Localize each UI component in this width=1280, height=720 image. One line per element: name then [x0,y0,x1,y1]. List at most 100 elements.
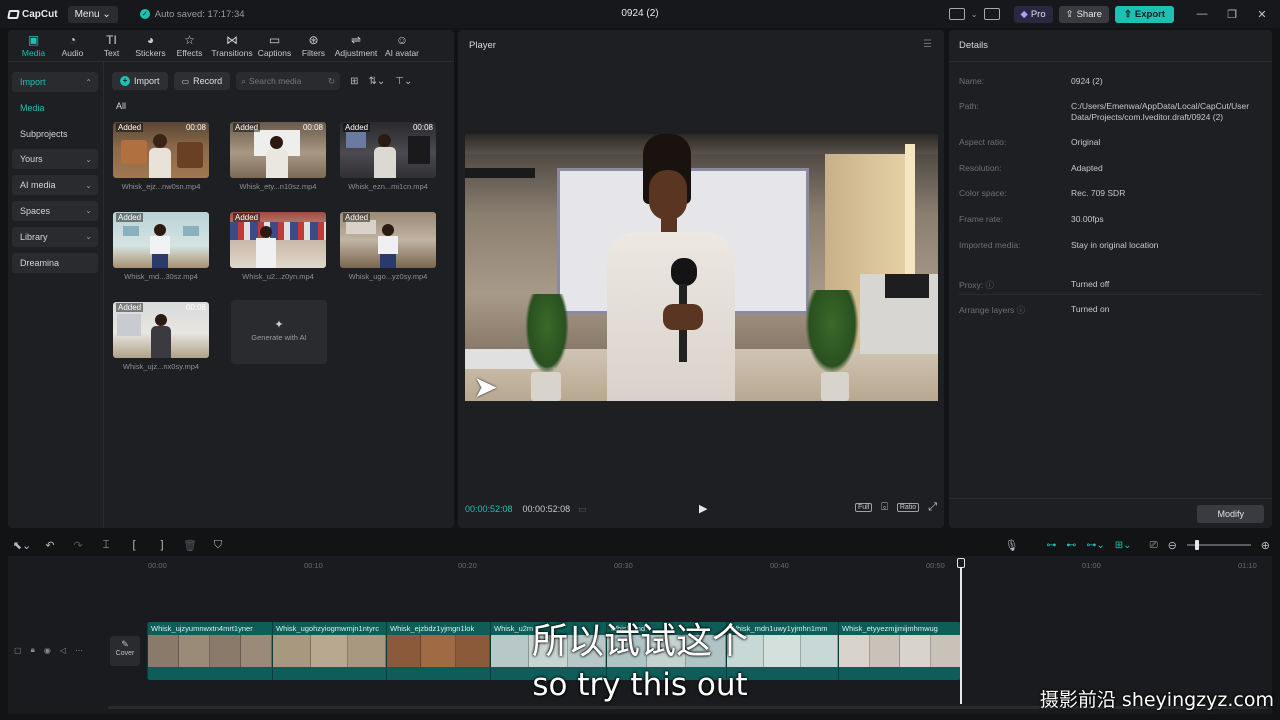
media-item[interactable]: Added 00:08 Whisk_ujz...nx0sy.mp4 [113,302,209,371]
menu-icon[interactable]: ☰ [923,39,932,50]
tab-effects[interactable]: ☆ Effects [170,34,209,61]
record-button[interactable]: ▭ Record [173,72,231,90]
media-thumbnail[interactable]: Added 00:08 [230,122,326,178]
link-icon[interactable]: ⊷ [1066,540,1076,551]
media-thumbnail[interactable]: Added 00:08 [113,302,209,358]
modify-button[interactable]: Modify [1197,505,1264,523]
magnet-icon[interactable]: ⊶ [1046,540,1056,551]
tab-label: Transitions [211,48,253,58]
media-item[interactable]: Added Whisk_md...30sz.mp4 [113,212,209,281]
zoom-in-icon[interactable]: ⊕ [1261,539,1270,552]
chevron-down-icon: ⌄ [85,206,92,216]
media-item[interactable]: Added 00:08 Whisk_ejz...nw0sn.mp4 [113,122,209,191]
select-tool-icon[interactable]: ⬉⌄ [8,539,36,552]
menu-button[interactable]: Menu ⌄ [67,5,118,23]
divider [949,498,1272,499]
play-button[interactable]: ▶ [699,502,707,515]
media-thumbnail[interactable]: Added 00:08 [113,122,209,178]
tab-audio[interactable]: ◔ Audio [53,34,92,61]
layout-icon[interactable] [948,8,965,20]
export-button[interactable]: ⇧ Export [1114,5,1174,23]
tab-ai-avatar[interactable]: ☺ AI avatar [379,34,425,61]
captions-icon: ▭ [268,33,281,47]
filter-icon[interactable]: ⊤⌄ [395,76,412,87]
close-icon[interactable]: ✕ [1250,8,1274,21]
media-item[interactable]: Added 00:08 Whisk_ety...n10sz.mp4 [230,122,326,191]
playhead-handle[interactable] [957,558,965,568]
zoom-slider-knob[interactable] [1194,540,1199,550]
media-thumbnail[interactable]: Added [340,212,436,268]
media-item[interactable]: Added Whisk_u2...z0yn.mp4 [230,212,326,281]
tab-captions[interactable]: ▭ Captions [255,34,294,61]
detail-key: Name: [959,76,985,86]
microphone-icon[interactable]: 🎙 [1004,539,1018,552]
tab-label: Media [21,48,46,58]
mouse-cursor-icon: ➤ [473,371,499,401]
zoom-out-icon[interactable]: ⊖ [1168,539,1177,552]
tab-transitions[interactable]: ⋈ Transitions [209,34,255,61]
media-thumbnail[interactable]: Added [113,212,209,268]
trim-right-icon[interactable]: ] [148,539,176,551]
focus-icon[interactable]: ⌻ [881,501,888,514]
redo-icon[interactable]: ↷ [64,539,92,552]
full-quality-button[interactable]: Full [854,503,873,512]
media-thumbnail[interactable]: Added 00:08 [340,122,436,178]
sparkle-icon: ✦ [274,319,284,331]
search-placeholder: Search media [248,76,302,86]
detail-key: Path: [959,101,979,111]
shield-icon[interactable]: ⛉ [204,539,232,552]
duration-label: 00:08 [185,123,206,132]
preview-axis-icon[interactable]: ⊶⌄ [1086,540,1104,551]
info-icon[interactable]: ⓘ [1017,305,1026,315]
info-icon[interactable]: ⓘ [985,280,994,290]
adjustment-icon: ⇌ [350,33,362,47]
media-item[interactable]: Added 00:08 Whisk_ezn...mi1cn.mp4 [340,122,436,191]
sidenav-import[interactable]: Import ⌃ [12,72,98,92]
maximize-icon[interactable]: ❐ [1220,8,1244,21]
timecode-format-icon[interactable]: ▭ [578,504,587,515]
media-item[interactable]: Added Whisk_ugo...yz0sy.mp4 [340,212,436,281]
share-button[interactable]: ⇪ Share [1058,5,1109,23]
media-thumbnail[interactable]: Added [230,212,326,268]
search-input[interactable]: ⌕ Search media ↻ [236,72,341,90]
divider [949,61,1272,62]
delete-icon[interactable]: 🗑 [176,539,204,552]
zoom-slider[interactable] [1186,540,1251,550]
sidenav-yours[interactable]: Yours ⌄ [12,149,98,170]
ruler-tick: 00:20 [458,561,477,570]
fullscreen-icon[interactable]: ⤢ [928,501,937,514]
pro-button[interactable]: ◆ Pro [1013,5,1053,23]
tab-filters[interactable]: ⊛ Filters [294,34,333,61]
generate-with-ai-button[interactable]: ✦ Generate with AI [231,300,327,364]
detail-key: Resolution: [959,163,1002,173]
tab-text[interactable]: TI Text [92,34,131,61]
split-icon[interactable]: ⌶ [92,539,120,552]
sidenav-media[interactable]: Media [12,98,98,118]
shortcut-icon[interactable] [983,8,1000,20]
ruler-tick: 00:30 [614,561,633,570]
chevron-down-icon[interactable]: ⌄ [971,10,978,19]
sidenav-subprojects[interactable]: Subprojects [12,124,98,144]
trim-left-icon[interactable]: [ [120,539,148,551]
sidenav-spaces[interactable]: Spaces ⌄ [12,200,98,221]
ratio-button[interactable]: Ratio [896,503,920,512]
media-filename: Whisk_ejz...nw0sn.mp4 [121,182,201,191]
sidenav-ai-media[interactable]: AI media ⌄ [12,175,98,196]
detail-key: Proxy: [959,280,984,290]
video-preview[interactable]: ➤ [465,134,938,401]
minimize-icon[interactable]: — [1190,8,1214,20]
sort-icon[interactable]: ⇅⌄ [368,76,385,87]
sidenav-dreamina[interactable]: Dreamina [12,252,98,273]
tab-media[interactable]: ▣ Media [14,34,53,61]
import-button[interactable]: + Import [112,72,168,90]
caption-icon[interactable]: ⎚ [1150,540,1158,551]
time-ruler[interactable]: 00:00 00:10 00:20 00:30 00:40 00:50 01:0… [148,558,1268,572]
view-toggle-icon[interactable]: ⊞ [350,76,358,87]
tab-adjustment[interactable]: ⇌ Adjustment [333,34,379,61]
snap-icon[interactable]: ⊞⌄ [1115,540,1132,551]
sidenav-library[interactable]: Library ⌄ [12,226,98,247]
detail-value: Rec. 709 SDR [1071,188,1126,198]
autosave-text: Auto saved: 17:17:34 [154,8,245,20]
tab-stickers[interactable]: ◕ Stickers [131,34,170,61]
undo-icon[interactable]: ↶ [36,539,64,552]
